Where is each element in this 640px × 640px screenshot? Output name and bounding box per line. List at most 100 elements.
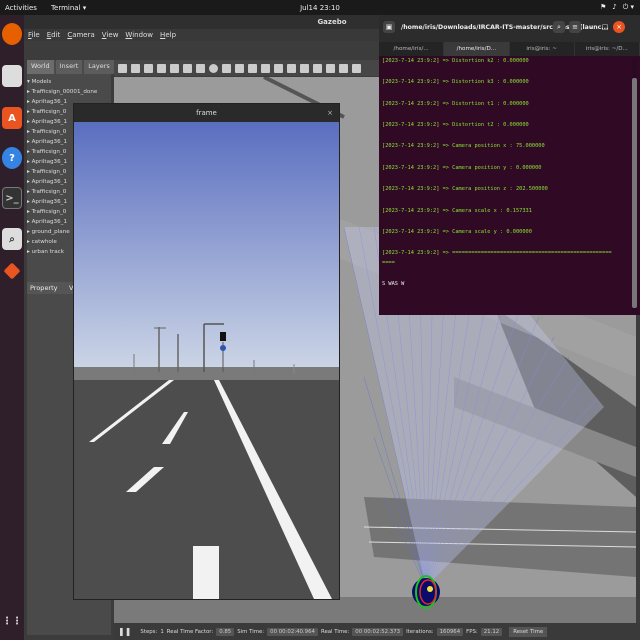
terminal-line: [2023-7-14 23:9:2] => Distortion t1 : 0.…: [382, 101, 529, 107]
terminal-window: ▣ /home/iris/Downloads/IRCAR-ITS-master/…: [379, 15, 640, 315]
terminal-line: [2023-7-14 23:9:2] => Camera scale y : 0…: [382, 229, 532, 235]
magnet-icon[interactable]: [326, 63, 335, 73]
screenshot-icon[interactable]: [339, 63, 348, 73]
tree-item[interactable]: ▾ Models: [27, 77, 111, 87]
minimize-icon[interactable]: –: [585, 21, 597, 33]
sim-time-label: Sim Time:: [237, 628, 265, 635]
tree-item[interactable]: ▸ Trafficsign_00001_done: [27, 87, 111, 97]
show-apps-icon[interactable]: ⋮⋮: [2, 610, 22, 632]
terminal-output[interactable]: [2023-7-14 23:9:2] => Distortion k2 : 0.…: [382, 58, 622, 313]
frame-window: frame ×: [73, 103, 340, 600]
menu-help[interactable]: Help: [160, 31, 176, 39]
real-time-value: 00 00:02:52.373: [352, 627, 404, 636]
tab-layers[interactable]: Layers: [84, 60, 114, 74]
maximize-icon[interactable]: □: [599, 21, 611, 33]
fps-value: 21.12: [480, 627, 503, 636]
pause-icon[interactable]: ❚❚: [118, 627, 131, 636]
cylinder-icon[interactable]: [222, 63, 231, 73]
stop-marking: [193, 546, 219, 599]
software-icon[interactable]: A: [2, 107, 22, 129]
box-icon[interactable]: [196, 63, 205, 73]
real-time-label: Real Time:: [320, 628, 350, 635]
sky: [74, 122, 339, 372]
terminal-line: [2023-7-14 23:9:2] => Distortion t2 : 0.…: [382, 122, 529, 128]
terminal-line: [2023-7-14 23:9:2] => Distortion k3 : 0.…: [382, 79, 529, 85]
new-tab-icon[interactable]: ▣: [383, 21, 395, 33]
terminal-prompt[interactable]: S WAS W: [382, 281, 404, 287]
system-tray[interactable]: ⚑ ♪ ⏻ ▾: [600, 3, 634, 12]
menu-view[interactable]: View: [102, 31, 119, 39]
close-icon[interactable]: ×: [613, 21, 625, 33]
terminal-line: ====: [382, 260, 395, 266]
terminal-line: [2023-7-14 23:9:2] => Distortion k2 : 0.…: [382, 58, 529, 64]
menu-icon[interactable]: ≡: [569, 21, 581, 33]
sphere-icon[interactable]: [209, 63, 218, 73]
steps-label: Steps:: [140, 628, 158, 635]
status-bar: ❚❚ Steps: 1 Real Time Factor: 0.85 Sim T…: [114, 623, 640, 640]
terminal-tab[interactable]: /home/iris/D...: [444, 42, 510, 56]
vehicle-marker: [427, 586, 433, 592]
point-light-icon[interactable]: [235, 63, 244, 73]
rtf-label: Real Time Factor:: [166, 628, 214, 635]
fps-label: FPS:: [466, 628, 478, 635]
search-icon[interactable]: ⌕: [553, 21, 565, 33]
search-icon[interactable]: ⌕: [2, 228, 22, 250]
menu-edit[interactable]: Edit: [47, 31, 61, 39]
paste-icon[interactable]: [287, 63, 296, 73]
terminal-line: [2023-7-14 23:9:2] => Camera position x …: [382, 143, 545, 149]
frame-title: frame: [196, 109, 217, 117]
terminal-line: [2023-7-14 23:9:2] => ==================…: [382, 250, 612, 256]
app-menu[interactable]: Terminal ▾: [51, 4, 86, 12]
iterations-label: Iterations:: [406, 628, 434, 635]
scale-icon[interactable]: [157, 63, 166, 73]
terminal-line: [2023-7-14 23:9:2] => Camera scale x : 0…: [382, 208, 532, 214]
snap-icon[interactable]: [313, 63, 322, 73]
reset-time-button[interactable]: Reset Time: [509, 626, 548, 637]
activities-button[interactable]: Activities: [5, 4, 37, 12]
terminal-line: [2023-7-14 23:9:2] => Camera position z …: [382, 186, 548, 192]
sim-time-value: 00 00:02:40.964: [267, 627, 318, 636]
spot-light-icon[interactable]: [248, 63, 257, 73]
copy-icon[interactable]: [274, 63, 283, 73]
iterations-value: 160964: [436, 627, 464, 636]
terminal-tabs: /home/iris/... /home/iris/D... iris@iris…: [379, 42, 640, 56]
camera-image: [74, 122, 339, 599]
close-icon[interactable]: ×: [327, 104, 333, 122]
property-label: Property: [30, 284, 58, 292]
menu-window[interactable]: Window: [125, 31, 153, 39]
top-bar: Activities Terminal ▾ Jul14 23:10 ⚑ ♪ ⏻ …: [0, 0, 640, 15]
directional-light-icon[interactable]: [261, 63, 270, 73]
volume-icon: ♪: [612, 3, 617, 11]
frame-titlebar[interactable]: frame ×: [74, 104, 339, 122]
select-icon[interactable]: [118, 63, 127, 73]
traffic-light: [220, 332, 226, 341]
redo-icon[interactable]: [183, 63, 192, 73]
translate-icon[interactable]: [131, 63, 140, 73]
terminal-icon[interactable]: >_: [2, 187, 22, 209]
help-icon[interactable]: ?: [2, 147, 22, 169]
menu-file[interactable]: File: [28, 31, 40, 39]
terminal-titlebar[interactable]: ▣ /home/iris/Downloads/IRCAR-ITS-master/…: [379, 15, 640, 42]
steps-value[interactable]: 1: [160, 629, 163, 635]
gazebo-icon[interactable]: [3, 262, 21, 280]
network-icon: ⚑: [599, 3, 607, 11]
terminal-tab[interactable]: iris@iris: ~/D...: [575, 42, 640, 56]
undo-icon[interactable]: [170, 63, 179, 73]
terminal-tab[interactable]: iris@iris: ~: [510, 42, 575, 56]
horizon-band: [74, 367, 339, 380]
menu-camera[interactable]: Camera: [67, 31, 94, 39]
terminal-scrollbar[interactable]: [632, 58, 637, 313]
align-icon[interactable]: [300, 63, 309, 73]
clock[interactable]: Jul14 23:10: [0, 4, 640, 12]
terminal-line: [2023-7-14 23:9:2] => Camera position y …: [382, 165, 542, 171]
tab-world[interactable]: World: [27, 60, 54, 74]
rtf-value: 0.85: [216, 627, 235, 636]
log-icon[interactable]: [352, 63, 361, 73]
tab-insert[interactable]: Insert: [55, 60, 83, 74]
files-icon[interactable]: [2, 65, 22, 87]
firefox-icon[interactable]: [2, 23, 22, 45]
dock: A ? >_ ⌕ ⋮⋮: [0, 15, 24, 640]
terminal-tab[interactable]: /home/iris/...: [379, 42, 445, 56]
power-icon: ⏻ ▾: [622, 3, 634, 11]
rotate-icon[interactable]: [144, 63, 153, 73]
